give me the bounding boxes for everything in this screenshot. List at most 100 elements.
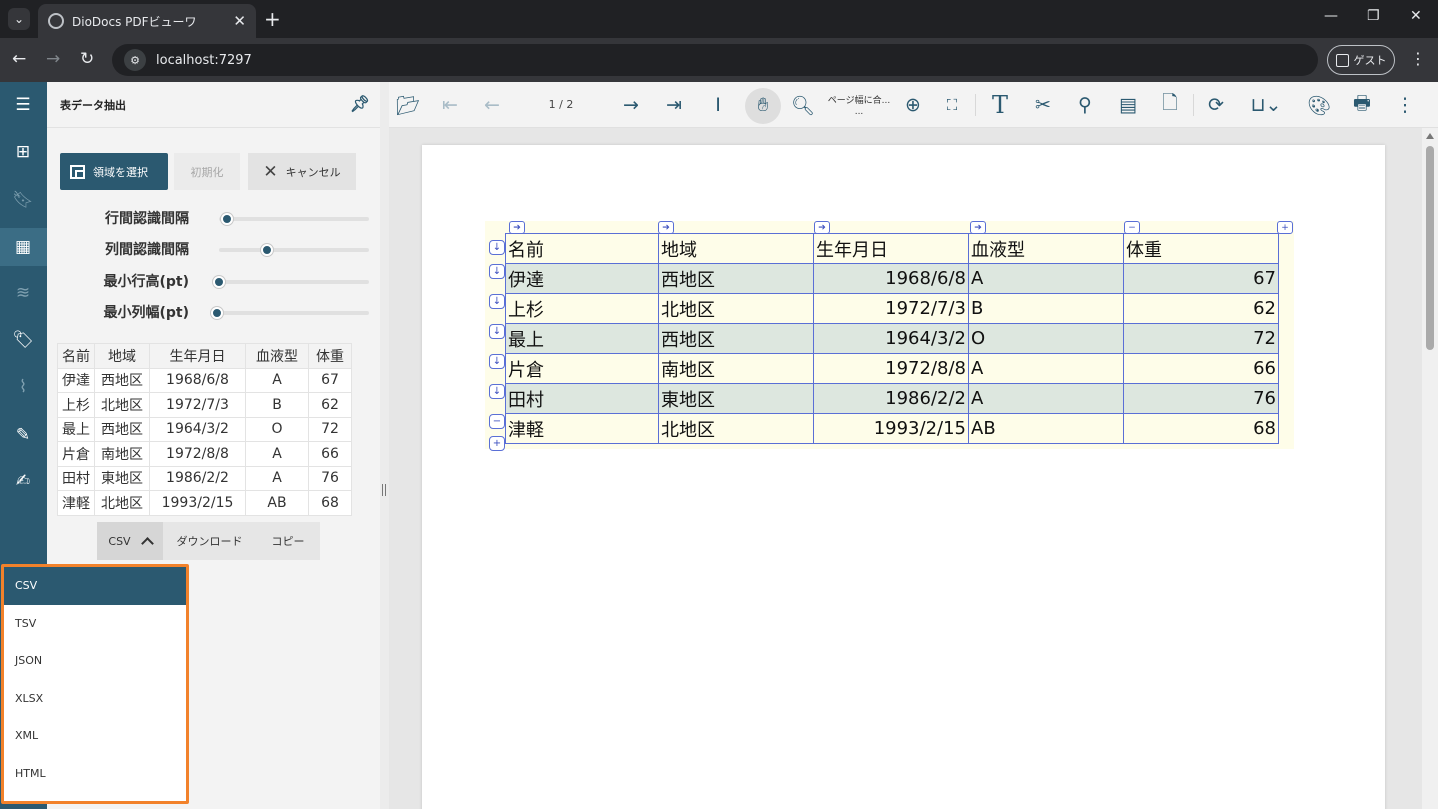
pdf-table-cell: 田村 [505, 383, 659, 414]
pdf-table-cell: 76 [1123, 383, 1279, 414]
table-extract-icon[interactable]: ▦ [11, 235, 35, 259]
previous-page-icon[interactable]: ← [480, 92, 504, 118]
panel-splitter[interactable] [380, 82, 389, 809]
browser-tab[interactable]: DioDocs PDFビューワ ✕ [38, 4, 256, 38]
document-area[interactable]: ➔ ➔ ➔ ➔ − + ↓ ↓ ↓ ↓ ↓ ↓ − + 名前 地域 生年月日 血… [389, 128, 1422, 809]
table-cell: 1964/3/2 [149, 416, 246, 442]
tag-icon[interactable]: 🏷︎ [11, 328, 35, 352]
last-page-icon[interactable]: ⇥ [662, 92, 686, 118]
pdf-table-cell: 66 [1123, 353, 1279, 384]
pin-icon[interactable]: 📌︎ [350, 94, 370, 113]
select-area-button[interactable]: 領域を選択 [60, 153, 168, 190]
back-icon[interactable]: ← [12, 49, 26, 69]
scroll-up-icon[interactable] [1426, 133, 1434, 139]
restore-icon[interactable]: ❐ [1367, 8, 1380, 24]
row-spacing-track[interactable] [219, 217, 369, 221]
min-row-height-slider-row: 最小行高(pt) [47, 269, 380, 293]
min-row-height-slider[interactable] [213, 276, 225, 288]
reset-button[interactable]: 初期化 [174, 153, 240, 190]
min-col-width-slider[interactable] [211, 307, 223, 319]
scrollbar-thumb[interactable] [1426, 146, 1434, 350]
reload-icon[interactable]: ↻ [80, 49, 94, 69]
table-header-cell: 体重 [308, 343, 352, 369]
menu-icon[interactable]: ☰ [11, 93, 35, 117]
column-add-icon[interactable]: + [1277, 221, 1293, 234]
row-split-icon[interactable]: ↓ [489, 240, 505, 255]
layers-icon[interactable]: ≋ [11, 281, 35, 305]
url-field[interactable]: ⚙ localhost:7297 [112, 44, 1318, 76]
format-select[interactable]: CSV [97, 522, 163, 560]
download-button[interactable]: ダウンロード [163, 533, 256, 549]
site-info-icon[interactable]: ⚙ [124, 49, 146, 71]
pdf-table-cell: 名前 [505, 233, 659, 264]
min-row-height-track[interactable] [219, 280, 369, 284]
tab-close-icon[interactable]: ✕ [233, 12, 246, 30]
thumbnails-icon[interactable]: ⊞ [11, 140, 35, 164]
pdf-table-cell: O [968, 323, 1124, 354]
forward-icon[interactable]: → [46, 49, 60, 69]
format-option-csv[interactable]: CSV [4, 567, 186, 605]
pen-icon[interactable]: ✎ [11, 423, 35, 447]
row-spacing-slider[interactable] [221, 213, 233, 225]
min-col-width-track[interactable] [219, 311, 369, 315]
row-split-icon[interactable]: ↓ [489, 324, 505, 339]
browser-menu-icon[interactable]: ⋮ [1410, 49, 1426, 68]
format-option-xlsx[interactable]: XLSX [4, 680, 186, 718]
copy-button[interactable]: コピー [256, 533, 320, 549]
text-select-icon[interactable]: I [706, 92, 730, 118]
format-option-html[interactable]: HTML [4, 755, 186, 793]
new-tab-button[interactable]: + [264, 7, 281, 31]
table-row: 伊達 西地区 1968/6/8 A 67 [57, 367, 352, 393]
row-split-icon[interactable]: ↓ [489, 264, 505, 279]
guest-profile-button[interactable]: ゲスト [1327, 45, 1395, 75]
format-option-tsv[interactable]: TSV [4, 605, 186, 643]
row-remove-icon[interactable]: − [489, 414, 505, 429]
minimize-icon[interactable]: — [1324, 8, 1338, 24]
pdf-table-cell: 生年月日 [813, 233, 969, 264]
pdf-table-cell: 1986/2/2 [813, 383, 969, 414]
row-split-icon[interactable]: ↓ [489, 354, 505, 369]
form-fields-icon[interactable]: ▤ [1115, 92, 1141, 118]
table-header-cell: 生年月日 [149, 343, 246, 369]
column-spacing-slider[interactable] [261, 244, 273, 256]
zoom-in-icon[interactable]: ⊕ [901, 92, 925, 118]
tab-search-icon[interactable]: ⌄ [8, 8, 30, 30]
print-icon[interactable]: 🖶︎ [1350, 92, 1374, 118]
palette-icon[interactable]: 🎨︎ [1307, 92, 1331, 118]
column-spacing-track[interactable] [219, 248, 369, 252]
table-cell: 片倉 [57, 441, 95, 467]
zoom-fit-select[interactable]: ページ幅に合... ... [823, 96, 895, 118]
next-page-icon[interactable]: → [619, 92, 643, 118]
fullscreen-icon[interactable]: ⛶ [940, 92, 964, 118]
text-tool-icon[interactable]: T [988, 91, 1012, 119]
first-page-icon[interactable]: ⇤ [438, 92, 462, 118]
page-layout-icon[interactable]: ⊔⌄ [1247, 92, 1285, 118]
draw-tools-icon[interactable]: ✂︎ [1031, 92, 1055, 118]
attachment-icon[interactable]: ⌇ [11, 375, 35, 399]
hand-tool-icon[interactable]: ✋︎ [751, 92, 775, 118]
format-option-json[interactable]: JSON [4, 642, 186, 680]
extracted-table-preview: 名前 地域 生年月日 血液型 体重 伊達 西地区 1968/6/8 A 67 上… [57, 343, 352, 516]
pdf-table-row: 津軽 北地区 1993/2/15 AB 68 [505, 413, 1279, 444]
edit-form-icon[interactable]: ✍︎ [11, 469, 35, 493]
open-folder-icon[interactable]: 📂︎ [396, 92, 420, 118]
row-add-icon[interactable]: + [489, 436, 505, 451]
window-close-icon[interactable]: ✕ [1410, 8, 1422, 24]
table-row: 津軽 北地区 1993/2/15 AB 68 [57, 490, 352, 516]
vertical-scrollbar[interactable] [1422, 128, 1438, 809]
viewer-toolbar: 📂︎ ⇤ ← 1 / 2 → ⇥ I ✋︎ 🔍︎ ページ幅に合... ... ⊕… [389, 82, 1438, 128]
bookmark-icon[interactable]: 🔖︎ [11, 188, 35, 212]
stamp-icon[interactable]: ⚲ [1073, 92, 1097, 118]
rotate-icon[interactable]: ⟳ [1204, 92, 1228, 118]
page-icon[interactable]: 🗋︎ [1158, 92, 1182, 118]
more-options-icon[interactable]: ⋮ [1393, 92, 1417, 118]
zoom-out-icon[interactable]: 🔍︎ [791, 92, 815, 118]
format-option-xml[interactable]: XML [4, 717, 186, 755]
cancel-button[interactable]: ✕ キャンセル [248, 153, 356, 190]
row-split-icon[interactable]: ↓ [489, 384, 505, 399]
page-indicator[interactable]: 1 / 2 [539, 98, 583, 111]
table-row: 田村 東地区 1986/2/2 A 76 [57, 465, 352, 491]
row-split-icon[interactable]: ↓ [489, 294, 505, 309]
select-area-label: 領域を選択 [93, 165, 148, 179]
table-header-row: 名前 地域 生年月日 血液型 体重 [57, 343, 352, 369]
